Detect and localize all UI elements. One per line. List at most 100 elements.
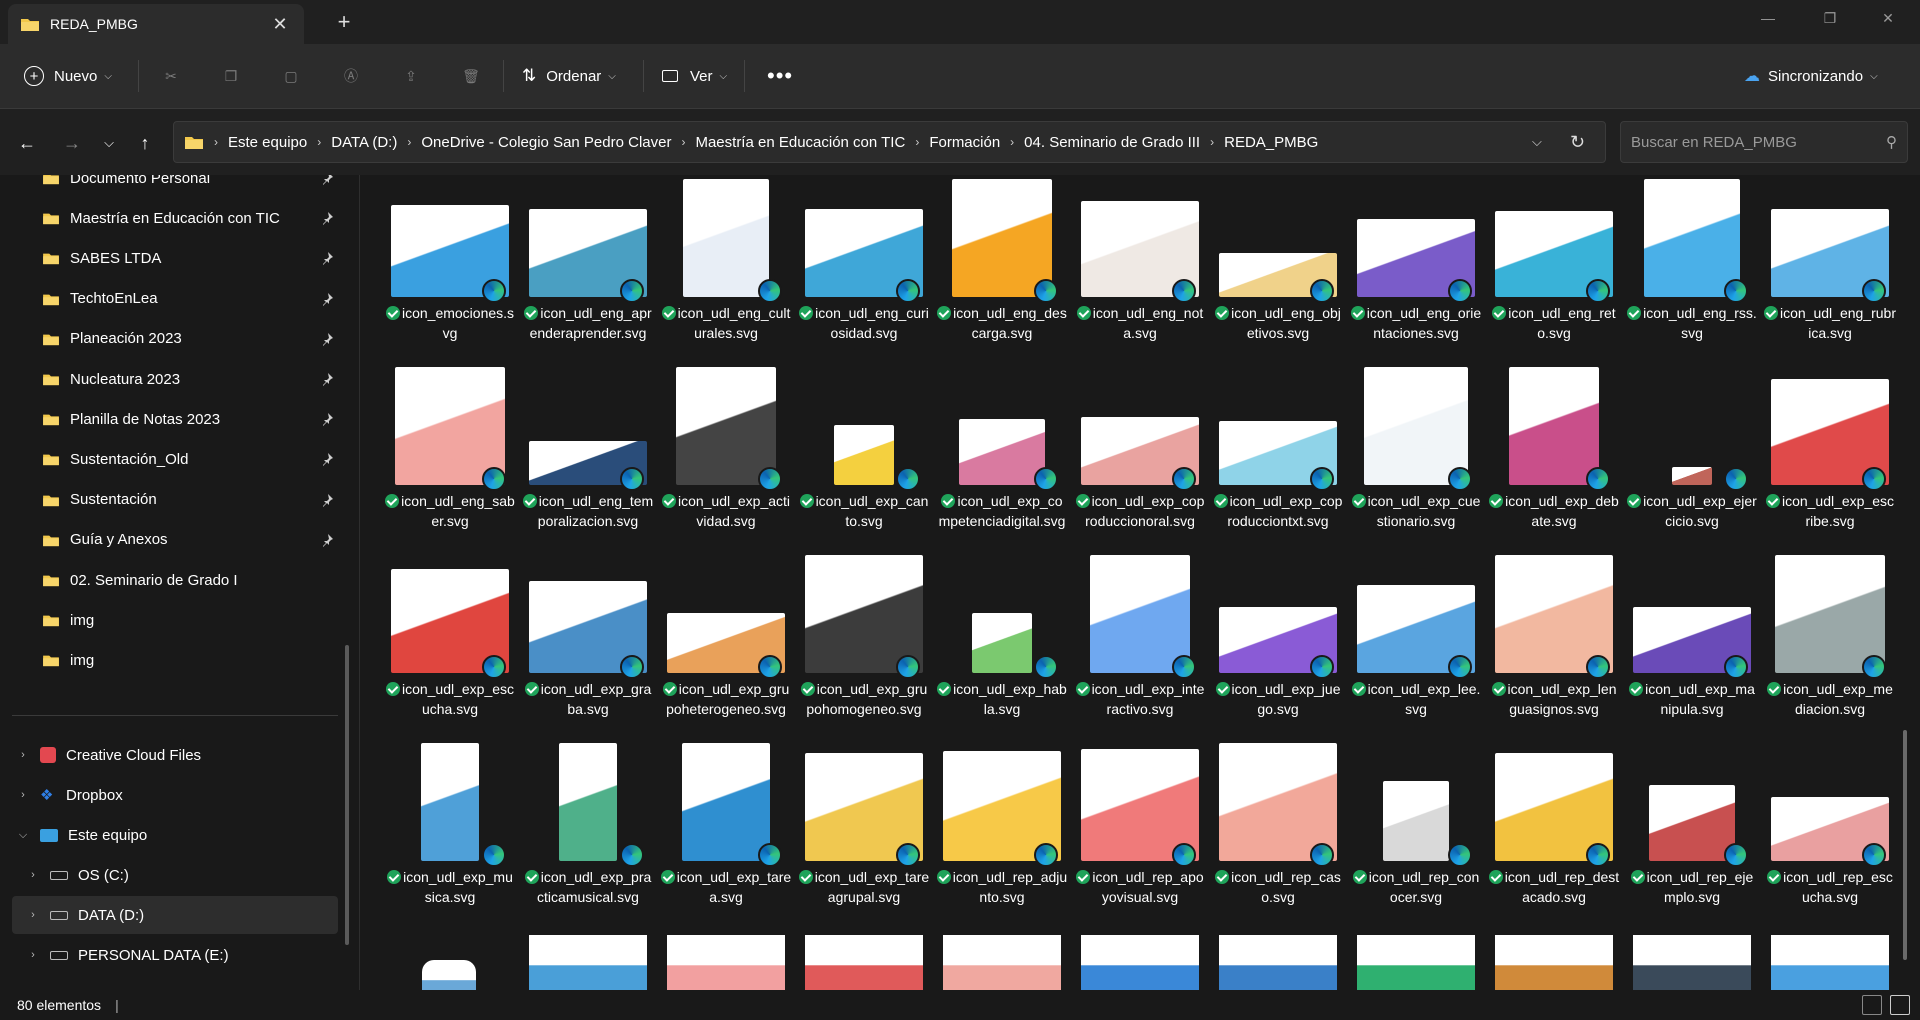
breadcrumb: Este equipo › DATA (D:) › OneDrive - Colegio… xyxy=(228,134,1318,151)
file-name-text: icon_udl_exp_ejercicio.svg xyxy=(1643,493,1757,529)
sidebar-item-quick-access[interactable]: Documento Personal xyxy=(12,175,338,197)
breadcrumb-item[interactable]: DATA (D:) xyxy=(331,134,397,151)
file-name-text: icon_udl_exp_practicamusical.svg xyxy=(537,869,652,905)
pin-icon xyxy=(323,493,333,507)
delete-icon[interactable]: 🗑 xyxy=(457,62,485,90)
chevron-right-icon[interactable]: › xyxy=(1210,135,1214,149)
sync-status-button[interactable]: ☁ Sincronizando ⌵ xyxy=(1744,58,1878,94)
recent-locations-button[interactable]: ⌵ xyxy=(94,128,124,158)
chevron-right-icon: › xyxy=(214,135,218,149)
address-dropdown-icon[interactable]: ⌵ xyxy=(1532,122,1542,162)
details-view-icon[interactable] xyxy=(1862,995,1882,1015)
address-bar[interactable]: › Este equipo › DATA (D:) › OneDrive - Coleg… xyxy=(173,121,1606,163)
chevron-right-icon[interactable]: › xyxy=(915,135,919,149)
sidebar-item-quick-access[interactable]: img xyxy=(12,601,338,639)
sidebar-item-location[interactable]: › DATA (D:) xyxy=(12,896,338,934)
pin-icon xyxy=(323,453,333,467)
sidebar-item-quick-access[interactable]: Nucleatura 2023 xyxy=(12,360,338,398)
pin-icon xyxy=(323,413,333,427)
synced-check-icon xyxy=(937,306,952,320)
close-window-button[interactable]: ✕ xyxy=(1860,0,1916,36)
chevron-right-icon[interactable]: › xyxy=(22,869,44,881)
more-options-button[interactable]: ••• xyxy=(767,58,793,94)
file-thumbnail xyxy=(522,551,654,679)
forward-button[interactable]: → xyxy=(57,128,87,158)
close-tab-icon[interactable]: ✕ xyxy=(268,12,292,36)
restore-button[interactable]: ❐ xyxy=(1802,0,1858,36)
breadcrumb-item[interactable]: Este equipo xyxy=(228,134,307,151)
synced-check-icon xyxy=(936,870,951,884)
sidebar-item-quick-access[interactable]: Maestría en Educación con TIC xyxy=(12,199,338,237)
content-scrollbar[interactable] xyxy=(1903,730,1907,960)
new-tab-button[interactable]: + xyxy=(330,8,358,36)
sidebar-item-quick-access[interactable]: 02. Seminario de Grado I xyxy=(12,561,338,599)
folder-icon xyxy=(43,374,59,386)
sidebar-item-quick-access[interactable]: SABES LTDA xyxy=(12,239,338,277)
sidebar-item-quick-access[interactable]: Planilla de Notas 2023 xyxy=(12,400,338,438)
chevron-right-icon[interactable]: › xyxy=(407,135,411,149)
breadcrumb-item[interactable]: 04. Seminario de Grado III xyxy=(1024,134,1200,151)
view-button[interactable]: Ver ⌵ xyxy=(662,58,727,94)
search-icon: ⚲ xyxy=(1886,134,1897,151)
sidebar-item-quick-access[interactable]: img xyxy=(12,641,338,679)
breadcrumb-item[interactable]: OneDrive - Colegio San Pedro Claver xyxy=(421,134,671,151)
minimize-button[interactable]: — xyxy=(1740,0,1796,36)
chevron-right-icon[interactable]: › xyxy=(22,949,44,961)
chevron-right-icon[interactable]: › xyxy=(317,135,321,149)
sidebar-item-quick-access[interactable]: Sustentación xyxy=(12,481,338,519)
sidebar-item-location[interactable]: › Creative Cloud Files xyxy=(12,736,338,774)
sidebar-item-quick-access[interactable]: Guía y Anexos xyxy=(12,521,338,559)
svg-preview-image xyxy=(1090,555,1190,673)
folder-icon xyxy=(43,575,59,587)
back-button[interactable]: ← xyxy=(12,128,42,158)
sidebar-scrollbar[interactable] xyxy=(345,645,349,945)
chevron-right-icon[interactable]: › xyxy=(12,789,34,801)
rename-icon[interactable]: Ⓐ xyxy=(337,62,365,90)
cut-icon[interactable]: ✂ xyxy=(157,62,185,90)
search-box[interactable]: ⚲ xyxy=(1620,121,1908,163)
refresh-icon[interactable]: ↻ xyxy=(1570,122,1585,162)
paste-icon[interactable]: ▢ xyxy=(277,62,305,90)
chevron-right-icon[interactable]: › xyxy=(1010,135,1014,149)
sidebar-item-location[interactable]: › PERSONAL DATA (E:) xyxy=(12,936,338,974)
chevron-right-icon[interactable]: › xyxy=(681,135,685,149)
new-button[interactable]: + Nuevo ⌵ xyxy=(24,58,112,94)
search-input[interactable] xyxy=(1631,133,1886,151)
up-button[interactable]: ↑ xyxy=(130,128,160,158)
file-name-text: icon_udl_rep_destacado.svg xyxy=(1504,869,1620,905)
file-name-text: icon_udl_eng_descarga.svg xyxy=(953,305,1067,341)
file-thumbnail xyxy=(1212,363,1344,491)
file-name: icon_udl_exp_practicamusical.svg xyxy=(522,867,654,907)
chevron-down-icon[interactable]: ⌵ xyxy=(12,829,34,842)
breadcrumb-item[interactable]: Maestría en Educación con TIC xyxy=(695,134,905,151)
edge-browser-icon xyxy=(896,843,920,867)
file-thumbnail xyxy=(1350,551,1482,679)
new-label: Nuevo xyxy=(54,67,98,85)
breadcrumb-item[interactable]: Formación xyxy=(929,134,1000,151)
tab-reda-pmbg[interactable]: REDA_PMBG ✕ xyxy=(8,4,304,44)
large-icons-view-icon[interactable] xyxy=(1890,995,1910,1015)
sidebar-item-quick-access[interactable]: Planeación 2023 xyxy=(12,320,338,358)
address-row: ← → ⌵ ↑ › Este equipo › DATA (D:) › OneDrive… xyxy=(0,109,1920,175)
file-name-text: icon_udl_exp_mediacion.svg xyxy=(1783,681,1893,717)
file-thumbnail xyxy=(1488,363,1620,491)
file-name-text: icon_udl_eng_reto.svg xyxy=(1508,305,1616,341)
chevron-right-icon[interactable]: › xyxy=(22,909,44,921)
file-name-text: icon_udl_exp_debate.svg xyxy=(1505,493,1619,529)
sidebar-item-location[interactable]: ⌵ Este equipo xyxy=(12,816,338,854)
cloud-sync-icon: ☁ xyxy=(1744,68,1760,85)
copy-icon[interactable]: ❐ xyxy=(217,62,245,90)
chevron-right-icon[interactable]: › xyxy=(12,749,34,761)
sidebar-item-quick-access[interactable]: Sustentación_Old xyxy=(12,440,338,478)
sidebar-item-location[interactable]: › ❖ Dropbox xyxy=(12,776,338,814)
synced-check-icon xyxy=(1350,306,1365,320)
sidebar-item-quick-access[interactable]: TechtoEnLea xyxy=(12,280,338,318)
sort-button[interactable]: ⇅ Ordenar ⌵ xyxy=(522,58,616,94)
share-icon[interactable]: ⇪ xyxy=(397,62,425,90)
sidebar-item-location[interactable]: › OS (C:) xyxy=(12,856,338,894)
pin-icon xyxy=(323,292,333,306)
close-icon: ✕ xyxy=(1882,9,1894,26)
breadcrumb-item[interactable]: REDA_PMBG xyxy=(1224,134,1318,151)
file-name: icon_udl_eng_saber.svg xyxy=(384,491,516,531)
synced-check-icon xyxy=(1491,682,1506,696)
